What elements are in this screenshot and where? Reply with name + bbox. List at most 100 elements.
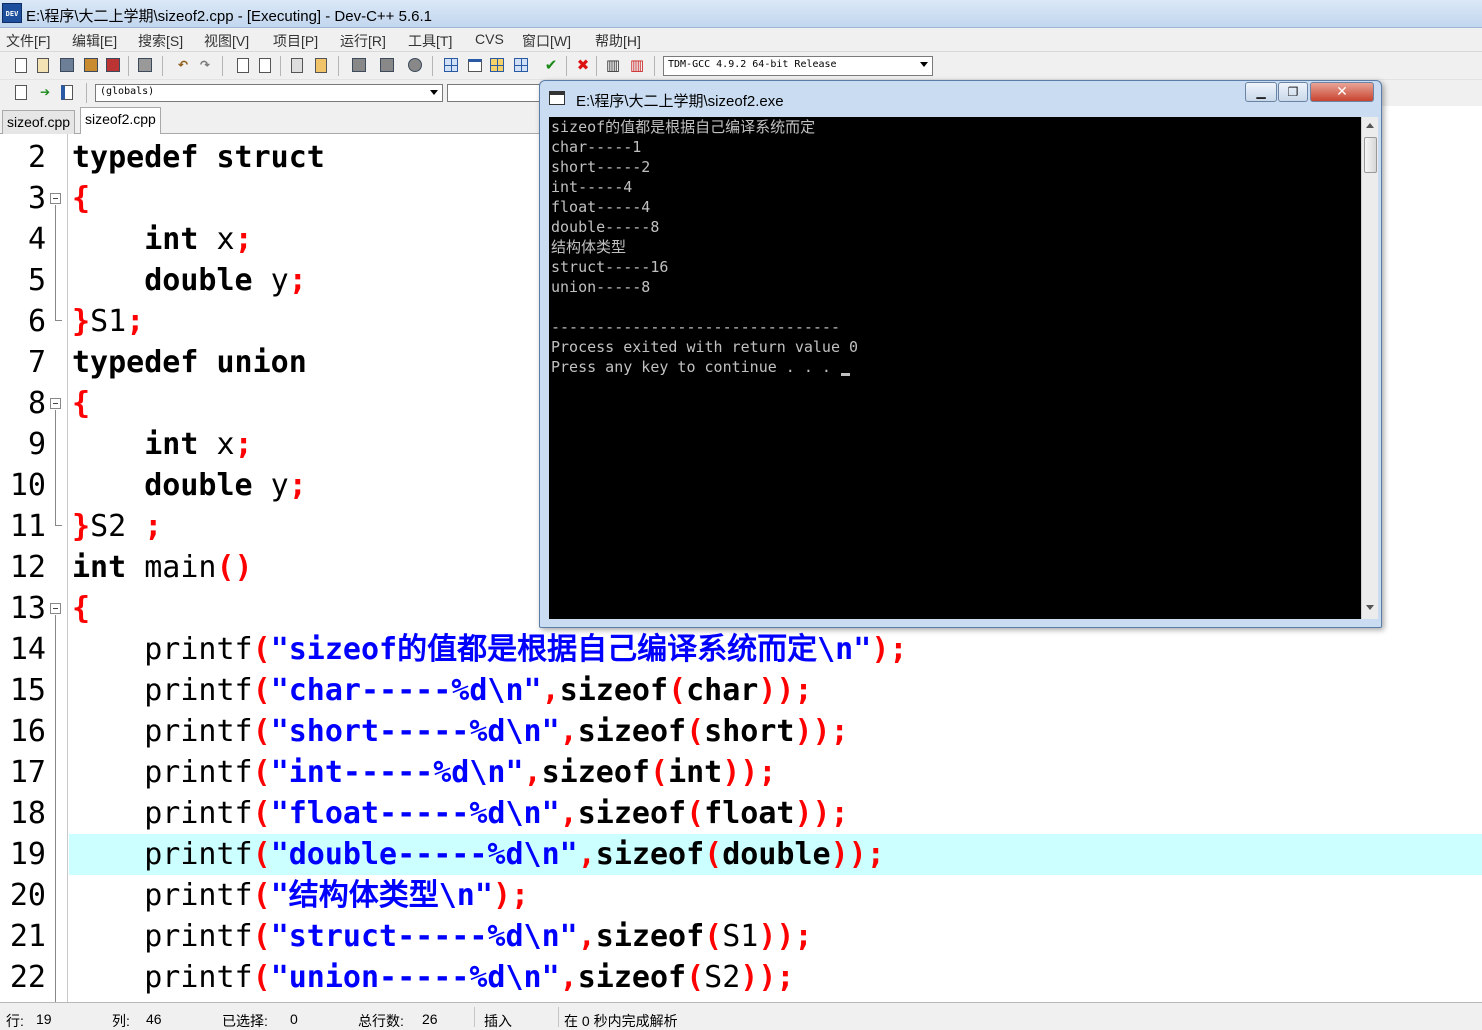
check-icon: ✔ [544,56,558,74]
tab-sizeof-cpp[interactable]: sizeof.cpp [2,110,76,134]
selected-value: 0 [290,1011,298,1027]
console-scrollbar[interactable] [1361,117,1378,619]
menu-edit[interactable]: 编辑[E] [72,31,117,51]
code-token: )); [758,919,813,954]
goto-bookmark-button[interactable] [378,56,396,74]
line-number: 3 [27,181,46,216]
indent-icon [291,57,303,73]
profile-button[interactable]: ▥ [604,56,622,74]
stop-execution-button[interactable]: ✖ [574,56,592,74]
console-line: float-----4 [551,198,651,216]
code-line: int x; [72,424,252,465]
menu-run[interactable]: 运行[R] [340,31,386,51]
indent-button[interactable] [288,56,306,74]
menu-file[interactable]: 文件[F] [6,31,50,51]
code-token: ( [668,673,687,708]
code-token: double [144,263,253,298]
compile-button[interactable] [488,56,506,74]
menu-search[interactable]: 搜索[S] [138,31,183,51]
fold-line [55,410,56,525]
find-button[interactable] [234,56,252,74]
toolbar-separator [162,56,163,76]
close-file-button[interactable] [104,56,122,74]
code-token: float [704,796,795,831]
menu-cvs[interactable]: CVS [475,31,504,47]
replace-button[interactable] [256,56,274,74]
console-scroll-thumb[interactable] [1364,137,1377,173]
window-button[interactable] [466,56,484,74]
open-file-button[interactable] [34,56,52,74]
close-icon: ✕ [1336,84,1348,100]
class-browser-icon [61,84,73,100]
code-token: "结构体类型\n" [270,878,493,913]
rebuild-button[interactable] [512,56,530,74]
fold-toggle-line-8[interactable] [50,398,61,409]
code-token: ( [252,919,271,954]
console-close-button[interactable]: ✕ [1310,82,1374,102]
menu-view[interactable]: 视图[V] [204,31,249,51]
scope-select[interactable]: (globals) [95,84,443,102]
syntax-check-button[interactable]: ✔ [542,56,560,74]
console-line: char-----1 [551,138,642,156]
undo-button[interactable]: ↶ [174,56,192,74]
console-minimize-button[interactable]: ▁ [1245,82,1277,102]
console-window[interactable]: E:\程序\大二上学期\sizeof2.exe ▁ ❐ ✕ sizeof的值都是… [539,80,1382,628]
unindent-button[interactable] [312,56,330,74]
menu-window[interactable]: 窗口[W] [522,31,571,51]
line-number: 12 [9,550,46,585]
save-all-button[interactable] [82,56,100,74]
maximize-icon: ❐ [1287,85,1299,99]
undo-icon: ↶ [177,58,189,72]
console-maximize-button[interactable]: ❐ [1278,82,1308,102]
compiler-select[interactable]: TDM-GCC 4.9.2 64-bit Release [663,56,933,76]
code-token: sizeof [559,673,669,708]
console-line: struct-----16 [551,258,669,276]
print-button[interactable] [136,56,154,74]
code-line: printf("float-----%d\n",sizeof(float)); [72,793,848,834]
main-toolbar: ↶ ↷ ✔ ✖ ▥ ▥ TDM-GCC 4.9.2 64-bit Release [0,52,1482,80]
minimize-icon: ▁ [1256,85,1266,99]
console-title: E:\程序\大二上学期\sizeof2.exe [576,93,784,110]
goto-line-button[interactable] [406,56,424,74]
insert-icon [15,84,27,100]
code-token: ( [252,796,271,831]
code-line: typedef struct [72,137,325,178]
toggle-bookmark-button[interactable] [350,56,368,74]
code-line: printf("sizeof的值都是根据自己编译系统而定\n"); [72,629,907,670]
menu-bar: 文件[F] 编辑[E] 搜索[S] 视图[V] 项目[P] 运行[R] 工具[T… [0,28,1482,52]
goto-declaration-button[interactable]: ➔ [36,83,54,101]
new-project-button[interactable] [442,56,460,74]
row-value: 19 [36,1011,52,1027]
code-line: double y; [72,465,307,506]
stop-x-icon: ✖ [576,56,590,74]
redo-button[interactable]: ↷ [196,56,214,74]
delete-profile-button[interactable]: ▥ [628,56,646,74]
code-line: printf("union-----%d\n",sizeof(S2)); [72,957,794,998]
menu-tools[interactable]: 工具[T] [408,31,452,51]
scope-select-value: (globals) [100,86,155,97]
fold-toggle-line-13[interactable] [50,603,61,614]
function-select[interactable] [447,84,540,102]
code-line: { [72,383,90,424]
code-token: ( [704,837,723,872]
chart-icon: ▥ [605,56,621,74]
code-token: printf [72,714,253,749]
window-title: E:\程序\大二上学期\sizeof2.cpp - [Executing] - … [26,8,432,25]
save-button[interactable] [58,56,76,74]
code-line: { [72,178,90,219]
menu-project[interactable]: 项目[P] [273,31,318,51]
scroll-down-icon[interactable] [1366,605,1374,610]
new-file-button[interactable] [12,56,30,74]
toolbar-separator [566,56,567,76]
toolbar-separator [86,83,87,103]
insert-button[interactable] [12,83,30,101]
menu-help[interactable]: 帮助[H] [595,31,641,51]
editor-tab-bar: sizeof.cpp sizeof2.cpp [0,106,540,135]
class-browser-button[interactable] [58,83,76,101]
code-token: typedef struct [72,140,325,175]
fold-toggle-line-3[interactable] [50,193,61,204]
tab-sizeof2-cpp[interactable]: sizeof2.cpp [80,107,161,135]
scroll-up-icon[interactable] [1366,123,1374,128]
code-token: int [668,755,723,790]
